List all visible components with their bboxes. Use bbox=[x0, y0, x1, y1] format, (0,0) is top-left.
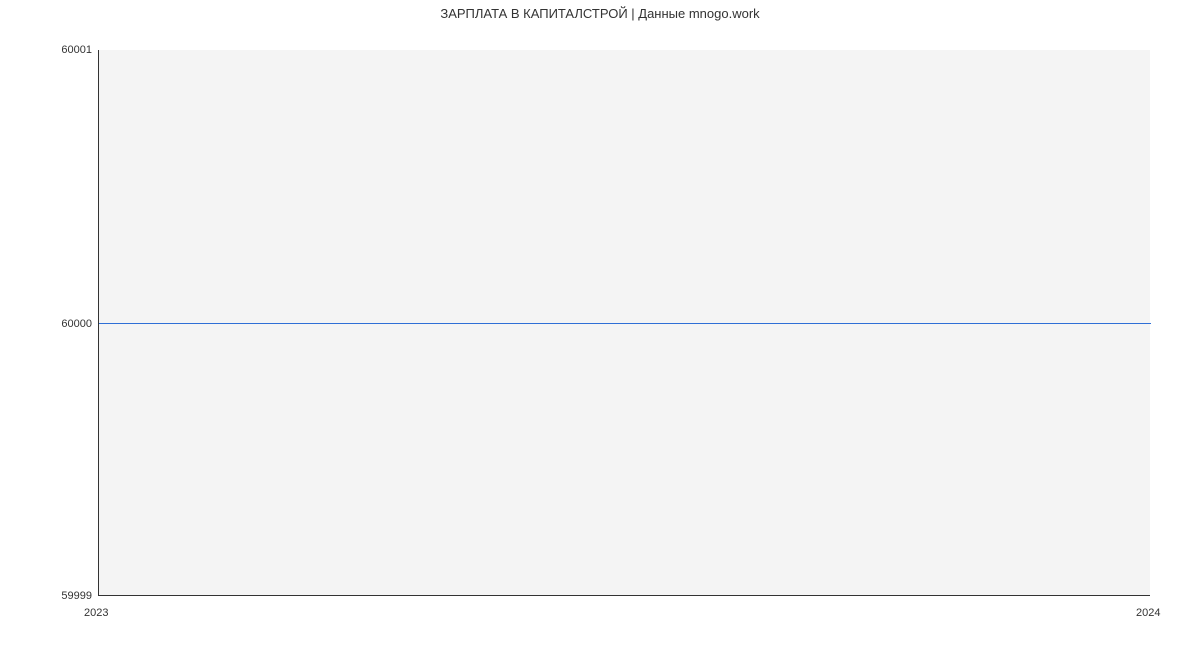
y-tick-label: 60001 bbox=[42, 45, 92, 56]
chart-title: ЗАРПЛАТА В КАПИТАЛСТРОЙ | Данные mnogo.w… bbox=[0, 6, 1200, 21]
plot-area bbox=[98, 50, 1150, 596]
x-tick-label: 2024 bbox=[1136, 608, 1160, 619]
x-tick-label: 2023 bbox=[84, 608, 108, 619]
y-tick-label: 60000 bbox=[42, 319, 92, 330]
y-tick-label: 59999 bbox=[42, 591, 92, 602]
line-series bbox=[99, 323, 1151, 324]
